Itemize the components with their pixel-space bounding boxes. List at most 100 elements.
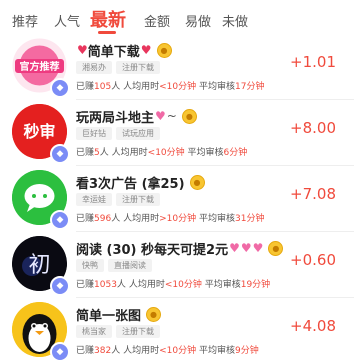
- avg-review-value: 6分钟: [223, 148, 248, 158]
- avg-review-value: 19分钟: [240, 280, 271, 290]
- task-title: 简单一张图: [76, 308, 142, 324]
- tab-easy[interactable]: 易做: [185, 11, 211, 30]
- task-tags: 幸运娃 注册下载: [76, 193, 160, 206]
- earned-label: 已赚: [76, 148, 95, 158]
- avg-time-value: <10分钟: [164, 280, 202, 290]
- verified-badge-icon: ◆: [50, 276, 70, 296]
- task-tags: 湘易办 注册下载: [76, 61, 160, 74]
- avg-time-label: 人均用时: [111, 148, 148, 158]
- task-title: 简单下载: [87, 44, 140, 60]
- verified-badge-icon: ◆: [50, 144, 70, 164]
- task-tag: 试玩应用: [116, 127, 160, 140]
- avg-time-label: 人均用时: [123, 214, 160, 224]
- avg-review-value: 9分钟: [235, 346, 259, 356]
- task-tag: 快鸭: [76, 259, 104, 272]
- avg-review-label: 平均审核: [198, 82, 235, 92]
- tab-amount[interactable]: 金额: [144, 11, 170, 30]
- avatar-text: 官方推荐: [20, 60, 60, 73]
- earned-count: 382: [94, 346, 112, 356]
- heart-icon: ♥: [140, 43, 152, 57]
- earned-suffix: 人: [111, 346, 121, 356]
- divider: [76, 99, 354, 100]
- earned-label: 已赚: [76, 214, 95, 224]
- task-title: 玩两局斗地主: [76, 110, 155, 126]
- task-stats: 已赚5人 人均用时<10分钟 平均审核6分钟: [76, 145, 247, 158]
- avg-review-value: 17分钟: [235, 82, 265, 92]
- earned-label: 已赚: [76, 82, 95, 92]
- task-tag: 巨好钻: [76, 127, 112, 140]
- task-tag: 直播阅读: [108, 259, 152, 272]
- earned-suffix: 人: [99, 148, 109, 158]
- task-reward: +7.08: [290, 185, 336, 203]
- divider: [76, 165, 354, 166]
- avg-time-label: 人均用时: [123, 82, 160, 92]
- earned-label: 已赚: [76, 346, 95, 356]
- earned-suffix: 人: [116, 280, 126, 290]
- active-tab-indicator: [98, 31, 116, 34]
- avg-review-label: 平均审核: [187, 148, 224, 158]
- avg-review-label: 平均审核: [204, 280, 241, 290]
- task-stats: 已赚1053人 人均用时<10分钟 平均审核19分钟: [76, 277, 270, 290]
- task-title-row: 简单一张图 ●: [76, 304, 162, 324]
- earned-suffix: 人: [111, 214, 121, 224]
- task-tag: 注册下载: [116, 61, 160, 74]
- coin-icon: ●: [189, 174, 205, 190]
- earned-count: 596: [94, 214, 112, 224]
- task-tag: 幸运娃: [76, 193, 112, 206]
- earned-count: 105: [94, 82, 112, 92]
- earned-label: 已赚: [76, 280, 95, 290]
- avg-time-label: 人均用时: [123, 346, 160, 356]
- verified-badge-icon: ◆: [50, 78, 70, 98]
- coin-icon: ●: [268, 240, 284, 256]
- tab-popular[interactable]: 人气: [54, 11, 80, 30]
- task-reward: +8.00: [290, 119, 336, 137]
- tab-recommend[interactable]: 推荐: [12, 11, 38, 30]
- avg-review-value: 31分钟: [235, 214, 265, 224]
- pink-heart-icon: ♥: [240, 241, 252, 255]
- task-item[interactable]: ◆ 看3次广告 (拿25) ● 幸运娃 注册下载 已赚596人 人均用时>10分…: [0, 168, 354, 232]
- task-tag: 注册下载: [116, 193, 160, 206]
- earned-suffix: 人: [111, 82, 121, 92]
- verified-badge-icon: ◆: [50, 210, 70, 230]
- task-reward: +0.60: [290, 251, 336, 269]
- task-title-row: 玩两局斗地主 ♥ ~ ●: [76, 106, 197, 126]
- task-title-row: 看3次广告 (拿25) ●: [76, 172, 205, 192]
- tab-latest[interactable]: 最新: [90, 6, 126, 32]
- heart-icon: ♥: [77, 43, 88, 57]
- tab-undone[interactable]: 未做: [222, 11, 248, 30]
- coin-icon: ●: [146, 306, 162, 322]
- task-tag: 桃当家: [76, 325, 112, 338]
- task-title: 阅读 (30) 秒每天可提2元: [76, 242, 229, 258]
- avg-review-label: 平均审核: [198, 214, 235, 224]
- avg-time-value: <10分钟: [147, 148, 185, 158]
- divider: [76, 297, 354, 298]
- category-tabs: 推荐 人气 最新 金额 易做 未做: [0, 0, 354, 36]
- task-item[interactable]: 初 ◆ 阅读 (30) 秒每天可提2元 ♥ ♥ ♥ ● 快鸭 直播阅读 已赚10…: [0, 234, 354, 298]
- pink-heart-icon: ♥: [155, 109, 166, 123]
- task-reward: +1.01: [290, 53, 336, 71]
- task-stats: 已赚382人 人均用时<10分钟 平均审核9分钟: [76, 343, 259, 356]
- avg-time-value: <10分钟: [159, 346, 197, 356]
- coin-icon: ●: [181, 108, 197, 124]
- task-item[interactable]: 官方推荐 ◆ ♥ 简单下载 ♥ ● 湘易办 注册下载 已赚105人 人均用时<1…: [0, 36, 354, 100]
- task-reward: +4.08: [290, 317, 336, 335]
- avatar-text: 初: [28, 253, 50, 278]
- task-item[interactable]: 秒审 ◆ 玩两局斗地主 ♥ ~ ● 巨好钻 试玩应用 已赚5人 人均用时<10分…: [0, 102, 354, 166]
- coin-icon: ●: [156, 42, 172, 58]
- verified-badge-icon: ◆: [50, 342, 70, 362]
- task-stats: 已赚596人 人均用时>10分钟 平均审核31分钟: [76, 211, 264, 224]
- avatar-text: 秒审: [23, 122, 55, 141]
- divider: [76, 231, 354, 232]
- task-tags: 快鸭 直播阅读: [76, 259, 152, 272]
- task-tags: 桃当家 注册下载: [76, 325, 160, 338]
- pink-heart-icon: ♥: [229, 241, 240, 255]
- task-stats: 已赚105人 人均用时<10分钟 平均审核17分钟: [76, 79, 264, 92]
- task-title: 看3次广告 (拿25): [76, 176, 185, 192]
- avg-time-value: <10分钟: [159, 82, 197, 92]
- task-item[interactable]: ◆ 简单一张图 ● 桃当家 注册下载 已赚382人 人均用时<10分钟 平均审核…: [0, 300, 354, 364]
- pink-heart-icon: ♥: [252, 241, 264, 255]
- task-tags: 巨好钻 试玩应用: [76, 127, 160, 140]
- tilde-icon: ~: [166, 109, 177, 123]
- task-title-row: ♥ 简单下载 ♥ ●: [76, 40, 172, 60]
- task-title-row: 阅读 (30) 秒每天可提2元 ♥ ♥ ♥ ●: [76, 238, 284, 258]
